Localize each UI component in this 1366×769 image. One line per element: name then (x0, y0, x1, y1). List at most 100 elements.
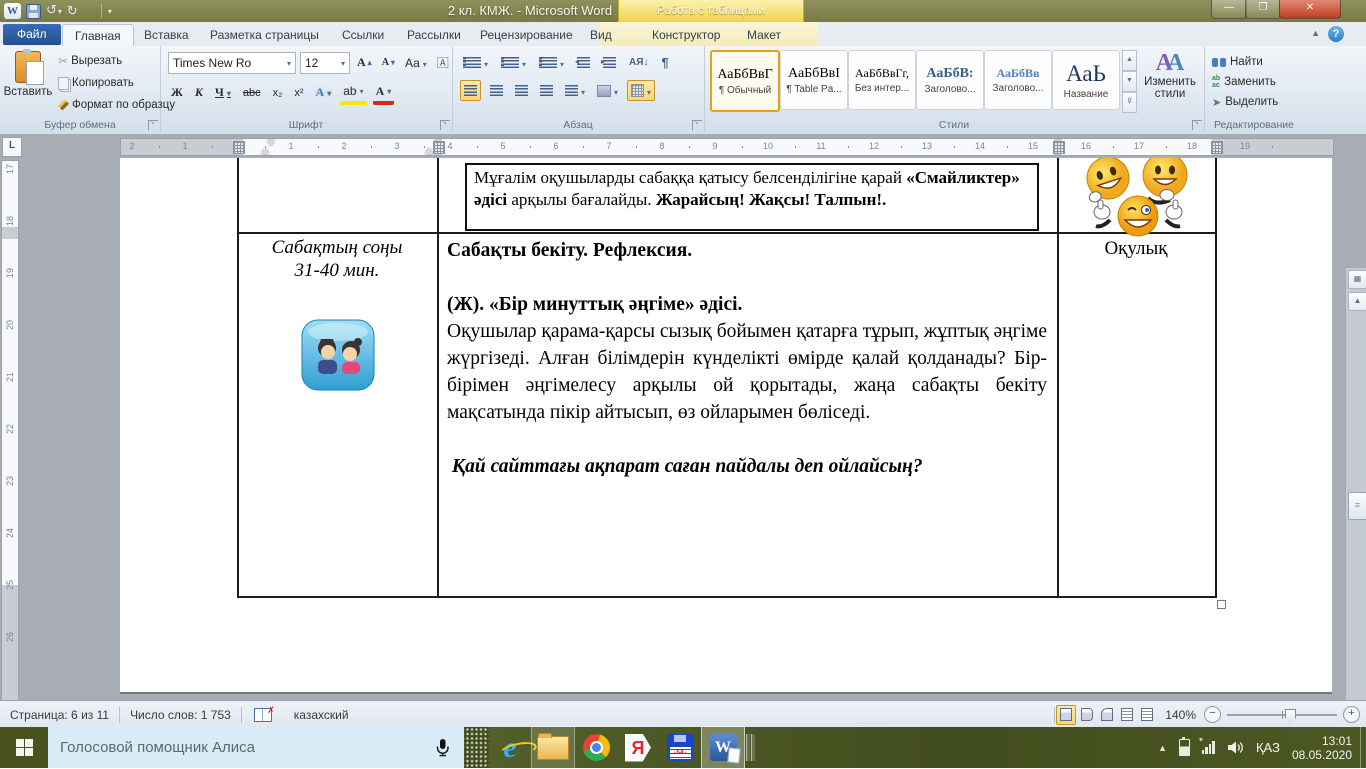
font-color-button[interactable]: А (373, 80, 395, 105)
hanging-indent-marker[interactable] (261, 148, 269, 154)
taskbar-file-explorer[interactable] (531, 726, 575, 769)
table-resize-handle[interactable] (1217, 600, 1226, 609)
vertical-scrollbar[interactable]: ▦ ▲ ▼ ⏶ ○ ⏷ (1345, 268, 1366, 700)
format-painter-button[interactable]: Формат по образцу (58, 94, 175, 116)
change-case-button[interactable]: Аа (402, 52, 430, 73)
view-web-layout[interactable] (1098, 706, 1116, 724)
shrink-font-button[interactable]: А (379, 52, 398, 73)
styles-scroll-up[interactable]: ▲ (1122, 50, 1137, 71)
grow-font-button[interactable]: А (354, 52, 375, 73)
style-table-paragraph[interactable]: АаБбВвІ ¶ Table Pa... (780, 50, 848, 110)
superscript-button[interactable]: x² (291, 82, 306, 103)
qat-customize-icon[interactable] (107, 2, 112, 20)
undo-icon[interactable]: ↺ (46, 2, 62, 20)
tab-table-layout[interactable]: Макет (735, 24, 793, 46)
v-ruler[interactable]: 17181920212223242526 (1, 160, 19, 700)
copy-button[interactable]: Копировать (58, 72, 175, 94)
tab-page-layout[interactable]: Разметка страницы (198, 24, 331, 46)
table-column-marker[interactable] (233, 141, 245, 154)
text-highlight-button[interactable]: ab (340, 80, 366, 105)
paragraph-dialog-launcher[interactable] (692, 120, 702, 130)
page[interactable]: Мұғалім оқушыларды сабаққа қатысу белсен… (120, 158, 1332, 692)
ruler-toggle-button[interactable]: ▦ (1348, 270, 1366, 289)
view-outline[interactable] (1118, 706, 1136, 724)
zoom-slider-thumb[interactable] (1285, 709, 1296, 724)
clipboard-dialog-launcher[interactable] (148, 120, 158, 130)
view-draft[interactable] (1138, 706, 1156, 724)
show-desktop-button[interactable] (1360, 727, 1366, 768)
tab-view[interactable]: Вид (578, 24, 624, 46)
style-heading1[interactable]: АаБбВ: Заголово... (916, 50, 984, 110)
right-indent-marker[interactable] (425, 148, 433, 154)
change-styles-button[interactable]: АА Изменить стили (1139, 50, 1201, 113)
align-center-button[interactable] (487, 80, 506, 101)
tab-home[interactable]: Главная (62, 24, 134, 47)
resources-cell[interactable]: Оқулық (1057, 238, 1215, 260)
cut-button[interactable]: ✂ Вырезать (58, 50, 175, 72)
word-app-icon[interactable]: W (4, 3, 21, 19)
shading-button[interactable] (594, 80, 621, 101)
redo-icon[interactable]: ↻ (67, 3, 78, 19)
tray-expand-icon[interactable]: ▲ (1158, 743, 1167, 753)
style-title[interactable]: АаЬ Название (1052, 50, 1120, 110)
taskbar-word[interactable]: W (701, 726, 745, 769)
tab-mailings[interactable]: Рассылки (395, 24, 473, 46)
tab-table-design[interactable]: Конструктор (640, 24, 732, 46)
language-indicator[interactable]: казахский (284, 708, 359, 722)
clock[interactable]: 13:01 08.05.2020 (1292, 734, 1352, 762)
font-name-combo[interactable]: Times New Ro (168, 52, 296, 74)
volume-icon[interactable] (1227, 740, 1244, 755)
restore-button[interactable]: ❐ (1245, 0, 1281, 19)
tab-review[interactable]: Рецензирование (468, 24, 585, 46)
h-ruler[interactable]: 2112345678910111213141516171819 (120, 138, 1334, 156)
help-button[interactable]: ? (1328, 26, 1344, 42)
multilevel-list-button[interactable] (536, 52, 567, 73)
find-button[interactable]: Найти (1212, 52, 1282, 72)
zoom-level[interactable]: 140% (1157, 708, 1204, 722)
word-count[interactable]: Число слов: 1 753 (120, 708, 241, 722)
view-fullscreen-reading[interactable] (1078, 706, 1096, 724)
font-dialog-launcher[interactable] (440, 120, 450, 130)
bold-button[interactable]: Ж (168, 82, 186, 103)
align-left-button[interactable] (460, 80, 481, 101)
style-heading2[interactable]: АаБбВв Заголово... (984, 50, 1052, 110)
lesson-body-cell[interactable]: Сабақты бекіту. Рефлексия. (Ж). «Бір мин… (447, 237, 1047, 480)
close-button[interactable]: ✕ (1279, 0, 1341, 19)
battery-icon[interactable] (1179, 739, 1190, 756)
increase-indent-button[interactable] (600, 52, 619, 73)
taskbar-internet-explorer[interactable]: e (489, 727, 531, 768)
table-column-marker[interactable] (1211, 141, 1223, 154)
first-line-indent-marker[interactable] (267, 140, 275, 146)
keyboard-language[interactable]: ҚАЗ (1256, 740, 1280, 755)
numbering-button[interactable] (498, 52, 529, 73)
font-size-combo[interactable]: 12 (300, 52, 350, 74)
yandex-panel-icon[interactable] (464, 727, 489, 768)
tab-references[interactable]: Ссылки (330, 24, 396, 46)
line-spacing-button[interactable] (562, 80, 588, 101)
taskbar-floppy-app[interactable]: -Б4- (659, 727, 701, 768)
borders-button[interactable] (627, 80, 655, 101)
table-column-marker[interactable] (433, 141, 445, 154)
table-column-marker[interactable] (1053, 141, 1065, 154)
bullets-button[interactable] (460, 52, 491, 73)
styles-scroll-down[interactable]: ▼ (1122, 71, 1137, 92)
clear-formatting-button[interactable]: 🄰 (434, 52, 452, 73)
strikethrough-button[interactable]: abc (240, 82, 264, 103)
zoom-slider[interactable] (1227, 714, 1337, 716)
italic-button[interactable]: К (192, 82, 206, 103)
scroll-up-arrow[interactable]: ▲ (1348, 292, 1366, 311)
collapse-ribbon-icon[interactable]: ▲ (1311, 28, 1320, 38)
taskbar-chrome[interactable] (575, 727, 617, 768)
alice-search-box[interactable]: Голосовой помощник Алиса (48, 727, 464, 768)
tab-file[interactable]: Файл (3, 24, 61, 45)
show-marks-button[interactable]: ¶ (658, 52, 671, 73)
start-button[interactable] (0, 727, 48, 768)
minimize-button[interactable]: — (1211, 0, 1247, 19)
stage-cell[interactable]: Сабақтың соңы 31-40 мин. (237, 236, 437, 282)
page-indicator[interactable]: Страница: 6 из 11 (0, 708, 119, 722)
replace-button[interactable]: abас Заменить (1212, 72, 1282, 92)
microphone-icon[interactable] (433, 738, 452, 757)
assessment-box[interactable]: Мұғалім оқушыларды сабаққа қатысу белсен… (465, 163, 1039, 231)
decrease-indent-button[interactable] (574, 52, 593, 73)
taskbar-yandex-browser[interactable]: Я (617, 727, 659, 768)
